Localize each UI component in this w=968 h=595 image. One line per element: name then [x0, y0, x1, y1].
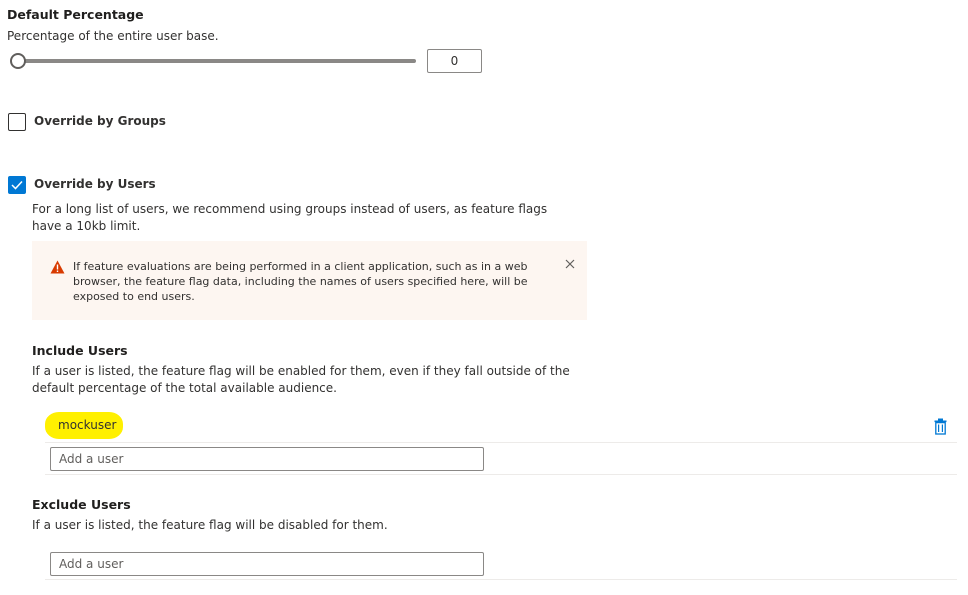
override-users-checkbox[interactable] — [8, 176, 26, 194]
include-user-item: mockuser — [58, 418, 117, 432]
row-separator — [45, 474, 957, 475]
exclude-users-description: If a user is listed, the feature flag wi… — [32, 518, 388, 532]
exclude-users-title: Exclude Users — [32, 497, 131, 512]
exclude-user-input[interactable] — [50, 552, 484, 576]
warning-triangle-icon — [50, 259, 65, 274]
default-percentage-title: Default Percentage — [7, 7, 144, 22]
override-users-label[interactable]: Override by Users — [34, 177, 156, 191]
percentage-slider-thumb[interactable] — [10, 53, 26, 69]
include-users-description: If a user is listed, the feature flag wi… — [32, 364, 570, 395]
default-percentage-description: Percentage of the entire user base. — [7, 29, 219, 43]
trash-icon[interactable] — [934, 418, 947, 435]
percentage-value-input[interactable]: 0 — [427, 49, 482, 73]
checkmark-icon — [11, 180, 23, 190]
override-groups-checkbox[interactable] — [8, 113, 26, 131]
row-separator — [45, 579, 957, 580]
include-user-input[interactable] — [50, 447, 484, 471]
include-users-title: Include Users — [32, 343, 128, 358]
row-separator — [45, 442, 957, 443]
percentage-slider-track[interactable] — [18, 59, 416, 63]
close-icon[interactable] — [565, 254, 575, 269]
override-users-description: For a long list of users, we recommend u… — [32, 202, 548, 233]
warning-message: If feature evaluations are being perform… — [73, 260, 528, 303]
override-groups-label[interactable]: Override by Groups — [34, 114, 166, 128]
